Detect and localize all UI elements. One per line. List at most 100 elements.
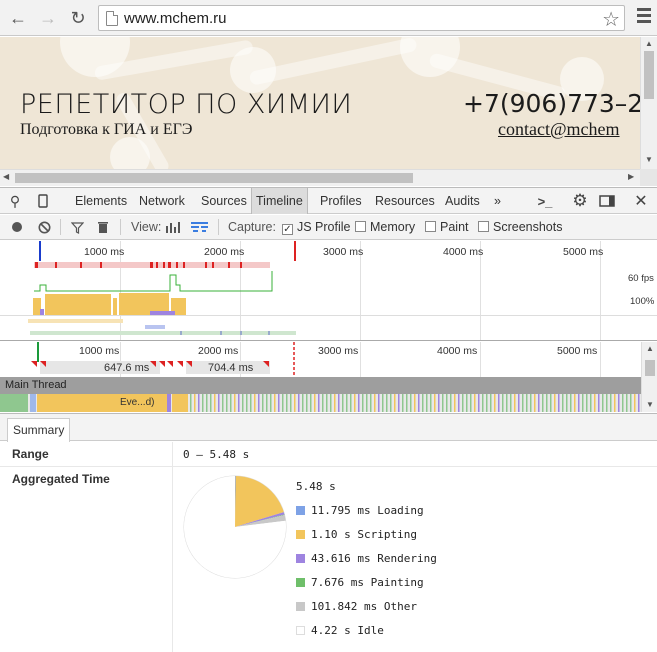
record-icon[interactable]	[8, 218, 26, 236]
url-text[interactable]: www.mchem.ru	[124, 10, 227, 27]
thread-event-tick	[538, 394, 540, 412]
legend-label: 101.842 ms Other	[311, 600, 417, 613]
thread-event-tick	[366, 394, 368, 412]
dock-side-icon[interactable]	[598, 192, 616, 210]
page-vertical-scrollbar[interactable]: ▲ ▼	[640, 37, 657, 169]
legend-item-other: 101.842 ms Other	[296, 600, 417, 614]
thread-event-tick	[490, 394, 492, 412]
thread-event-tick	[634, 394, 636, 412]
thread-event-tick	[482, 394, 484, 412]
tab-elements[interactable]: Elements	[71, 188, 131, 214]
filter-icon[interactable]	[68, 218, 86, 236]
column-divider	[172, 442, 173, 652]
legend-item-painting: 7.676 ms Painting	[296, 576, 424, 590]
thread-event-tick	[390, 394, 392, 412]
thread-event-tick	[590, 394, 592, 412]
screenshots-checkbox[interactable]: Screenshots	[478, 220, 562, 234]
thread-event-tick	[630, 394, 632, 412]
memory-checkbox[interactable]: Memory	[355, 220, 415, 234]
scroll-down-icon[interactable]: ▼	[645, 155, 653, 164]
fps-line	[34, 271, 273, 292]
forward-icon[interactable]: →	[36, 6, 60, 30]
checkbox-icon[interactable]	[425, 221, 436, 232]
clear-icon[interactable]	[35, 218, 53, 236]
scroll-thumb[interactable]	[645, 360, 655, 376]
scroll-thumb[interactable]	[15, 173, 413, 183]
frame-duration-label: 704.4 ms	[208, 362, 254, 374]
checkbox-icon[interactable]	[478, 221, 489, 232]
bar-chart-view-icon[interactable]	[165, 218, 183, 236]
scroll-left-icon[interactable]: ◀	[3, 172, 9, 181]
reload-icon[interactable]: ↻	[66, 6, 90, 30]
thread-event-tick	[254, 394, 256, 412]
tab-summary[interactable]: Summary	[7, 418, 71, 442]
address-bar[interactable]: www.mchem.ru ☆	[98, 5, 625, 31]
scroll-thumb[interactable]	[644, 51, 654, 99]
back-icon[interactable]: ←	[6, 6, 30, 30]
site-email-link[interactable]: contact@mchem	[498, 119, 620, 140]
scroll-down-icon[interactable]: ▼	[646, 400, 654, 409]
thread-event-tick	[610, 394, 612, 412]
tab-audits[interactable]: Audits	[441, 188, 484, 214]
thread-event-tick	[382, 394, 384, 412]
thread-event-tick	[394, 394, 396, 412]
tab-resources[interactable]: Resources	[371, 188, 439, 214]
thread-event-tick	[246, 394, 248, 412]
web-page-viewport: РЕПЕТИТОР ПО ХИМИИ Подготовка к ГИА и ЕГ…	[0, 37, 640, 169]
js-profile-checkbox[interactable]: ✓ JS Profile	[282, 220, 351, 235]
thread-event-tick	[570, 394, 572, 412]
checkbox-checked-icon[interactable]: ✓	[282, 224, 293, 235]
thread-event-tick	[546, 394, 548, 412]
thread-event-tick	[190, 394, 192, 412]
legend-swatch	[296, 506, 305, 515]
main-thread-header[interactable]: Main Thread	[0, 377, 641, 394]
checkbox-icon[interactable]	[355, 221, 366, 232]
total-time: 5.48 s	[296, 480, 336, 493]
event-label[interactable]: Eve...d)	[120, 397, 154, 408]
more-tabs-icon[interactable]: »	[490, 188, 505, 214]
console-drawer-icon[interactable]: >_	[536, 192, 554, 210]
thread-event-tick	[326, 394, 328, 412]
paint-checkbox[interactable]: Paint	[425, 220, 469, 234]
scroll-corner	[640, 169, 657, 186]
toolbar-divider	[218, 219, 219, 235]
thread-event-tick	[450, 394, 452, 412]
page-horizontal-scrollbar[interactable]: ◀ ▶	[0, 169, 640, 186]
thread-event-tick	[274, 394, 276, 412]
thread-event-tick	[386, 394, 388, 412]
thread-event-tick	[446, 394, 448, 412]
thread-event-tick	[526, 394, 528, 412]
flame-chart-view-icon[interactable]	[190, 218, 208, 236]
flame-chart[interactable]: 1000 ms 2000 ms 3000 ms 4000 ms 5000 ms …	[0, 342, 657, 412]
settings-gear-icon[interactable]: ⚙	[571, 191, 589, 210]
thread-event-tick	[414, 394, 416, 412]
scroll-up-icon[interactable]: ▲	[645, 39, 653, 48]
tab-profiles[interactable]: Profiles	[316, 188, 366, 214]
flame-scrollbar[interactable]: ▲ ▼	[641, 342, 657, 412]
menu-icon[interactable]	[637, 8, 651, 24]
inspect-search-icon[interactable]: ⚲	[6, 192, 24, 210]
thread-event-tick	[342, 394, 344, 412]
thread-event-tick	[422, 394, 424, 412]
timeline-overview[interactable]: 1000 ms 2000 ms 3000 ms 4000 ms 5000 ms …	[0, 241, 657, 341]
close-devtools-icon[interactable]: ✕	[632, 192, 650, 210]
scroll-right-icon[interactable]: ▶	[628, 172, 634, 181]
thread-event-tick	[582, 394, 584, 412]
aggregated-time-label: Aggregated Time	[12, 472, 110, 486]
device-mode-icon[interactable]	[34, 192, 52, 210]
cpu-baseline	[0, 315, 657, 316]
network-track	[28, 319, 123, 323]
thread-event-tick	[278, 394, 280, 412]
thread-event-tick	[506, 394, 508, 412]
thread-event-tick	[554, 394, 556, 412]
tab-sources[interactable]: Sources	[197, 188, 251, 214]
browser-toolbar: ← → ↻ www.mchem.ru ☆	[0, 0, 657, 36]
bookmark-star-icon[interactable]: ☆	[602, 7, 620, 32]
trash-icon[interactable]	[94, 218, 112, 236]
tab-timeline[interactable]: Timeline	[251, 188, 308, 214]
tab-network[interactable]: Network	[135, 188, 189, 214]
scroll-up-icon[interactable]: ▲	[646, 344, 654, 353]
row-divider	[0, 466, 657, 467]
legend-label: 1.10 s Scripting	[311, 528, 417, 541]
legend-swatch	[296, 530, 305, 539]
